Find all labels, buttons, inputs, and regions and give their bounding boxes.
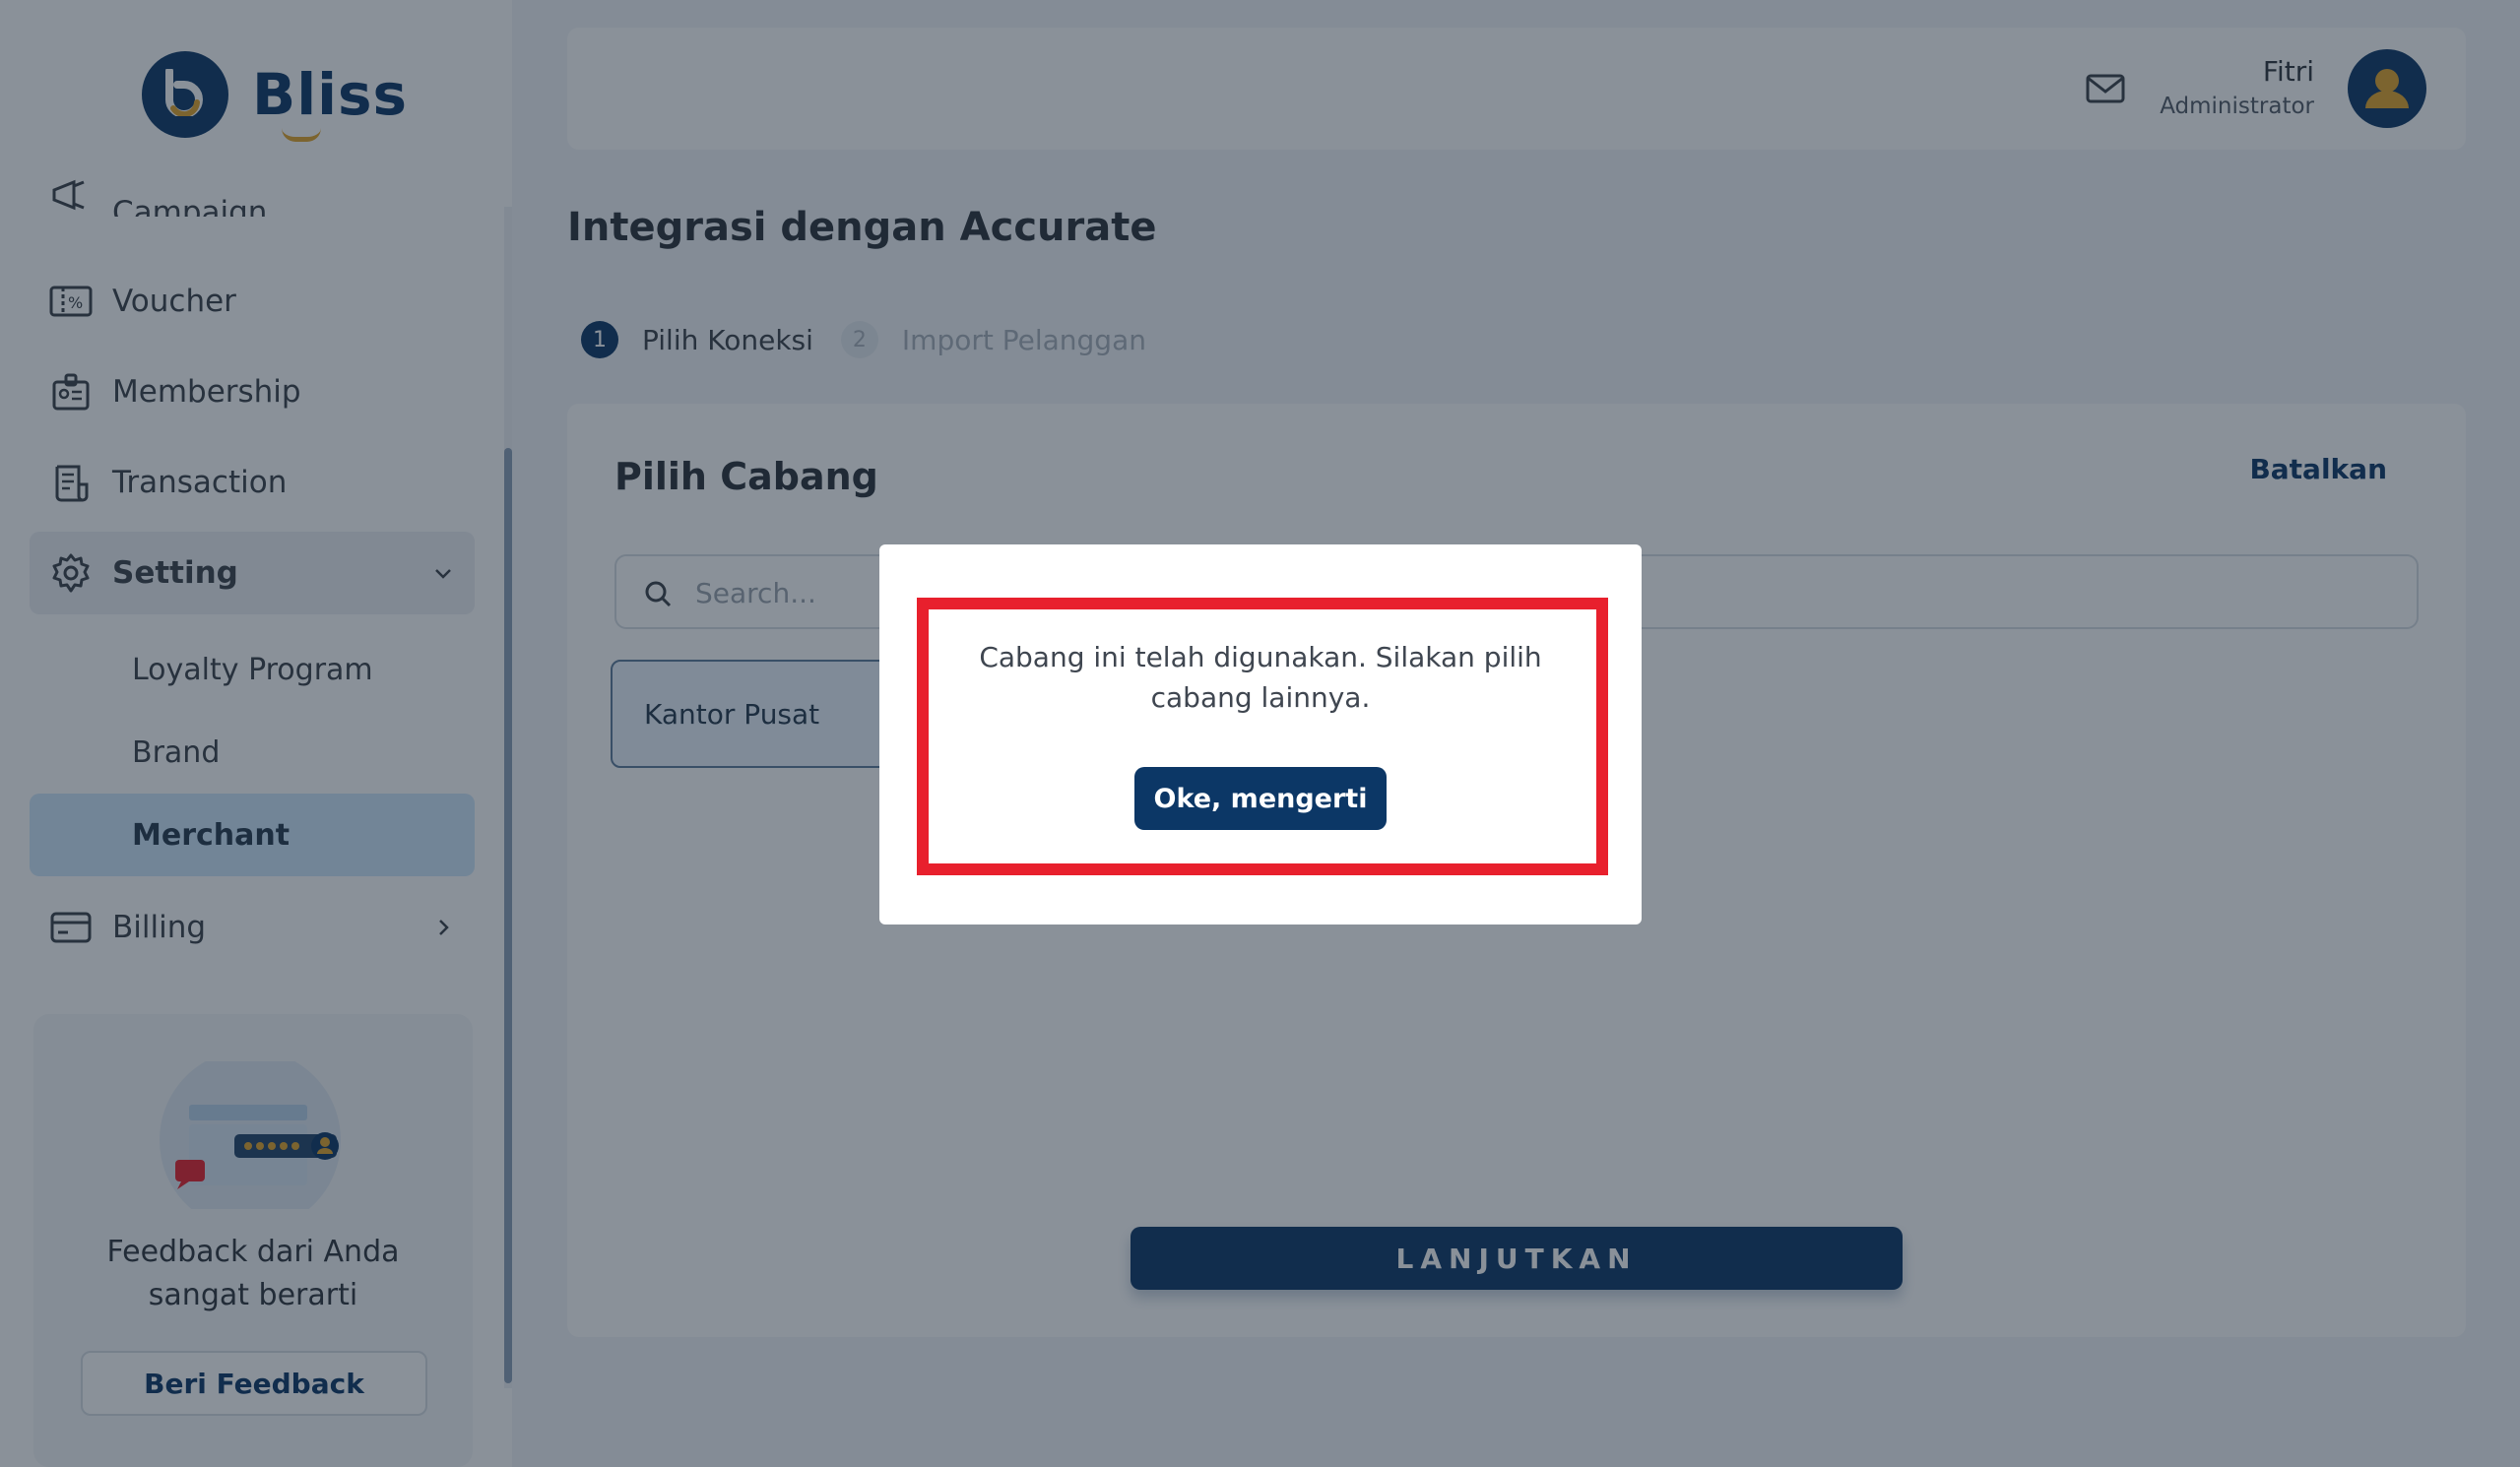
ok-understood-button[interactable]: Oke, mengerti — [1134, 767, 1387, 830]
alert-modal: Cabang ini telah digunakan. Silakan pili… — [879, 544, 1642, 925]
modal-message: Cabang ini telah digunakan. Silakan pili… — [979, 641, 1542, 714]
